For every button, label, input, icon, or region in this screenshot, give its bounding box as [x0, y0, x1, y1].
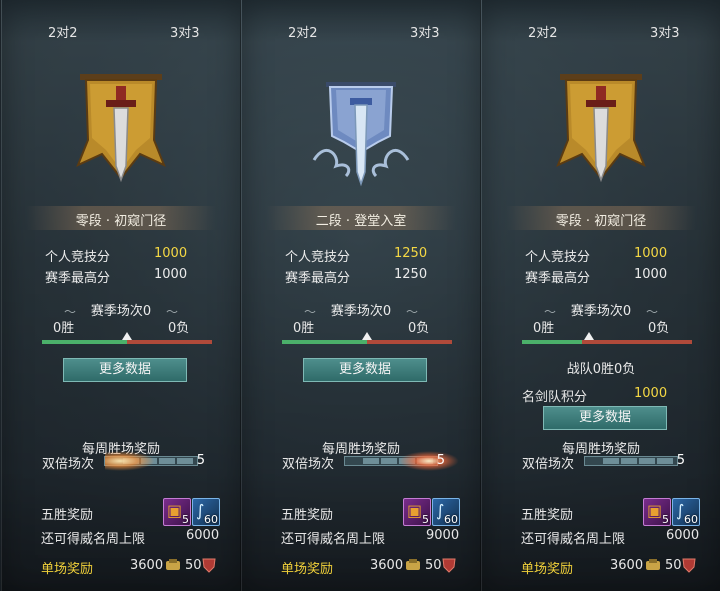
shield-icon: [442, 558, 456, 573]
score-label: 个人竞技分: [45, 250, 111, 265]
more-data-button[interactable]: 更多数据: [63, 358, 187, 382]
mode-tab-bar: [2, 0, 240, 42]
season-matches-label: 赛季场次0: [330, 304, 392, 319]
wins-label: 0胜: [533, 321, 555, 336]
scroll-item-icon[interactable]: ∫ 60: [672, 498, 700, 526]
ratio-marker: [584, 332, 594, 340]
win-loss-ratio-bar: [522, 332, 692, 344]
wins-label: 0胜: [53, 321, 75, 336]
weekly-cap-label: 还可得威名周上限: [521, 532, 626, 547]
weekly-cap-value: 9000: [426, 528, 460, 543]
silver-banner-sword-icon: [312, 82, 410, 187]
wins-label: 0胜: [293, 321, 315, 336]
bronze-banner-sword-icon: [76, 74, 166, 183]
five-win-reward-label: 五胜奖励: [281, 508, 334, 523]
score-value: 1000: [154, 246, 188, 261]
rank-panel-right: 2对2 3对3 零段 · 初窥门径 个人竞技分 1000 赛季最高分 1000 …: [481, 0, 720, 591]
double-matches-label: 双倍场次: [522, 457, 575, 472]
double-count: 5: [676, 453, 685, 468]
five-win-reward-label: 五胜奖励: [41, 508, 94, 523]
double-count: 5: [436, 453, 445, 468]
double-count: 5: [196, 453, 205, 468]
rank-title: 二段 · 登堂入室: [315, 214, 407, 229]
tab-3v3[interactable]: 3对3: [170, 22, 200, 41]
win-bar: [282, 340, 367, 344]
loss-bar: [127, 340, 212, 344]
score-label: 个人竞技分: [525, 250, 591, 265]
scroll-item-icon[interactable]: ∫ 60: [192, 498, 220, 526]
tab-3v3[interactable]: 3对3: [650, 22, 680, 41]
scroll-item-icon[interactable]: ∫ 60: [432, 498, 460, 526]
best-value: 1250: [394, 267, 428, 282]
tab-2v2[interactable]: 2对2: [528, 22, 558, 41]
single-match-reward-label: 单场奖励: [281, 562, 334, 577]
win-bar: [42, 340, 127, 344]
score-value: 1000: [634, 246, 668, 261]
double-matches-track: 5: [584, 453, 685, 468]
team-points-label: 名剑队积分: [522, 390, 588, 405]
single-shield-value: 50: [665, 558, 682, 573]
single-match-reward-label: 单场奖励: [521, 562, 574, 577]
mode-tab-bar: [482, 0, 720, 42]
coin-icon: [166, 559, 180, 570]
season-matches-label: 赛季场次0: [90, 304, 152, 319]
ratio-marker: [362, 332, 372, 340]
double-matches-label: 双倍场次: [282, 457, 335, 472]
best-label: 赛季最高分: [525, 271, 591, 286]
tab-3v3[interactable]: 3对3: [410, 22, 440, 41]
season-matches-label: 赛季场次0: [570, 304, 632, 319]
losses-label: 0负: [408, 321, 430, 336]
losses-label: 0负: [168, 321, 190, 336]
win-loss-ratio-bar: [42, 332, 212, 344]
weekly-cap-value: 6000: [186, 528, 220, 543]
tab-2v2[interactable]: 2对2: [288, 22, 318, 41]
win-bar: [522, 340, 582, 344]
rank-title: 零段 · 初窥门径: [75, 214, 167, 229]
loss-bar: [582, 340, 692, 344]
score-value: 1250: [394, 246, 428, 261]
rank-panel-2v2-left: 2对2 3对3 零段 · 初窥门径 个人竞技分 1000 赛季最高分 1000 …: [1, 0, 241, 591]
chest-item-icon[interactable]: ▣ 5: [403, 498, 431, 526]
team-record-label: 战队0胜0负: [566, 362, 636, 377]
best-label: 赛季最高分: [285, 271, 351, 286]
losses-label: 0负: [648, 321, 670, 336]
tab-2v2[interactable]: 2对2: [48, 22, 78, 41]
mode-tab-bar: [242, 0, 480, 42]
single-shield-value: 50: [425, 558, 442, 573]
single-match-reward-label: 单场奖励: [41, 562, 94, 577]
weekly-cap-value: 6000: [666, 528, 700, 543]
best-label: 赛季最高分: [45, 271, 111, 286]
score-label: 个人竞技分: [285, 250, 351, 265]
weekly-cap-label: 还可得威名周上限: [41, 532, 146, 547]
coin-icon: [646, 559, 660, 570]
more-data-button[interactable]: 更多数据: [303, 358, 427, 382]
double-matches-track: 5: [344, 451, 459, 471]
shield-icon: [202, 558, 216, 573]
win-loss-ratio-bar: [282, 332, 452, 344]
double-matches-track: 5: [104, 451, 205, 471]
single-coin-value: 3600: [370, 558, 404, 573]
single-shield-value: 50: [185, 558, 202, 573]
coin-icon: [406, 559, 420, 570]
five-win-reward-label: 五胜奖励: [521, 508, 574, 523]
best-value: 1000: [154, 267, 188, 282]
best-value: 1000: [634, 267, 668, 282]
chest-item-icon[interactable]: ▣ 5: [643, 498, 671, 526]
team-points-value: 1000: [634, 386, 668, 401]
single-coin-value: 3600: [610, 558, 644, 573]
ratio-marker: [122, 332, 132, 340]
progress-glow: [399, 451, 459, 471]
shield-icon: [682, 558, 696, 573]
rank-panel-2v2-middle: 2对2 3对3 二段 · 登堂入室 个人竞技分 1250 赛季最高分 1250 …: [241, 0, 481, 591]
progress-glow: [105, 451, 155, 471]
more-data-button[interactable]: 更多数据: [543, 406, 667, 430]
double-matches-label: 双倍场次: [42, 457, 95, 472]
loss-bar: [367, 340, 452, 344]
weekly-cap-label: 还可得威名周上限: [281, 532, 386, 547]
chest-item-icon[interactable]: ▣ 5: [163, 498, 191, 526]
rank-title: 零段 · 初窥门径: [555, 214, 647, 229]
bronze-banner-sword-icon: [556, 74, 646, 183]
single-coin-value: 3600: [130, 558, 164, 573]
